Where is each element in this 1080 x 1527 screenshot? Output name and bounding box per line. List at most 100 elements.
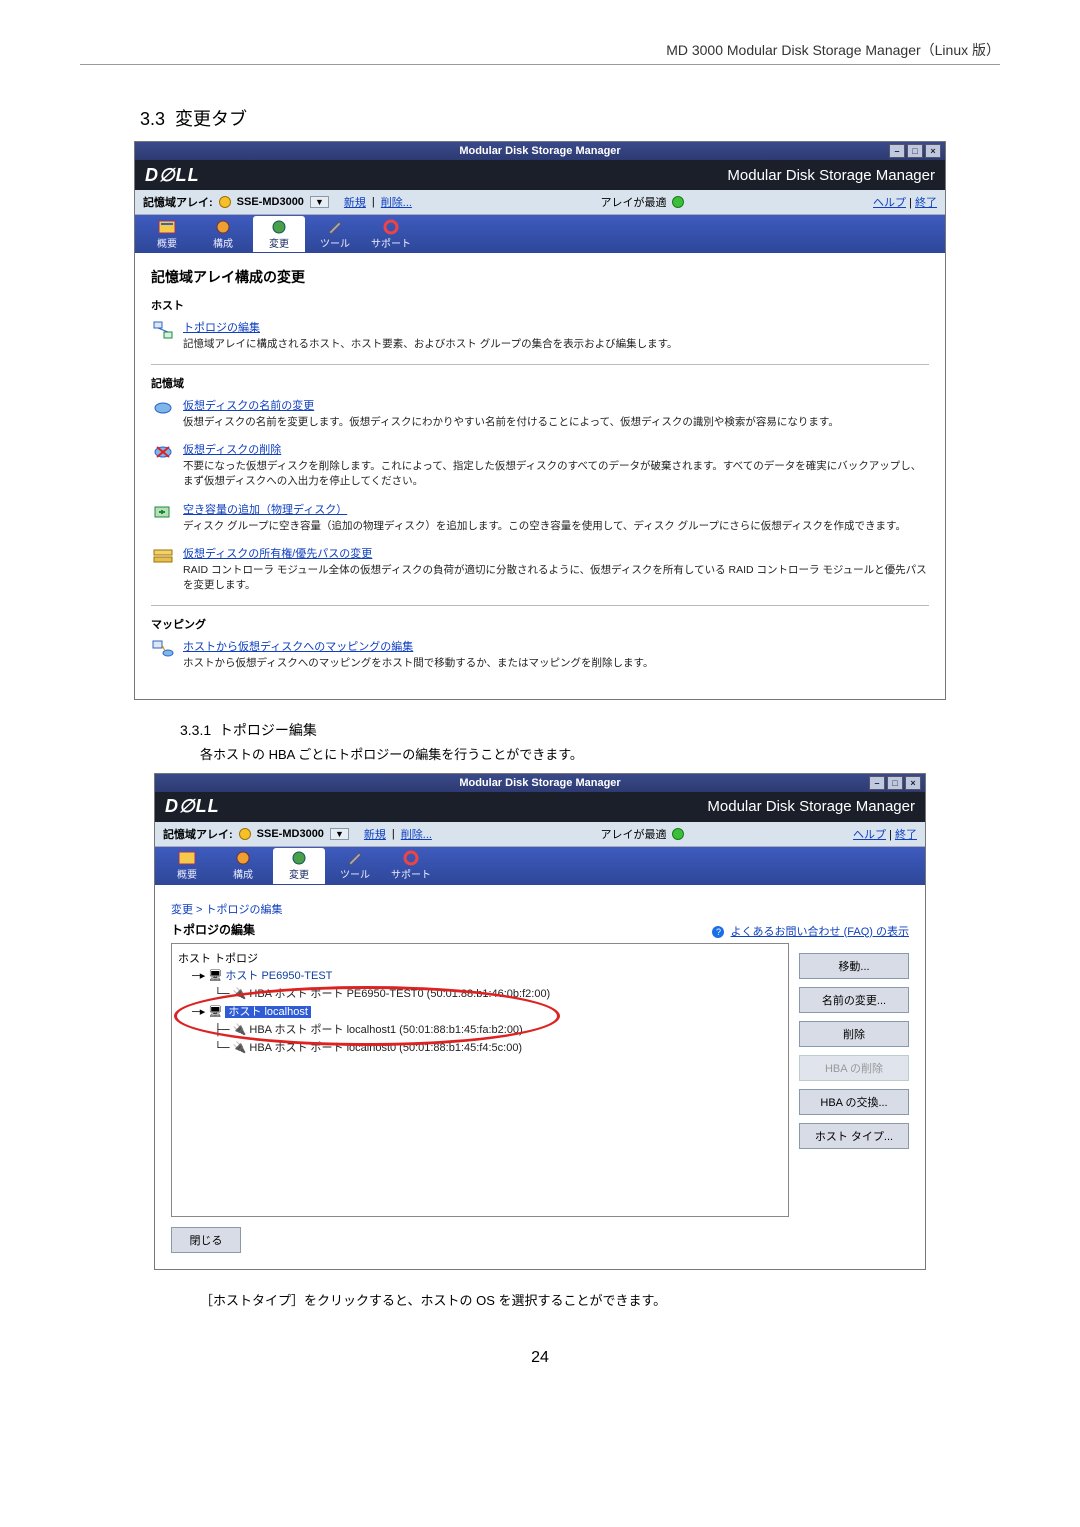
array-status-text: アレイが最適 bbox=[600, 194, 666, 210]
entry-vdisk-rename: 仮想ディスクの名前の変更 仮想ディスクの名前を変更します。仮想ディスクにわかりや… bbox=[151, 397, 929, 430]
dell-logo: D∅LL bbox=[145, 165, 200, 186]
array-name-select[interactable]: SSE-MD3000 bbox=[257, 828, 324, 840]
add-capacity-link[interactable]: 空き容量の追加（物理ディスク） bbox=[183, 504, 347, 516]
exit-link[interactable]: 終了 bbox=[895, 829, 917, 841]
tab-label: ツール bbox=[320, 235, 350, 250]
vdisk-delete-desc: 不要になった仮想ディスクを削除します。これによって、指定した仮想ディスクのすべて… bbox=[183, 459, 929, 488]
new-array-link[interactable]: 新規 bbox=[364, 826, 386, 842]
tab-config[interactable]: 構成 bbox=[217, 848, 269, 884]
maximize-icon[interactable]: □ bbox=[907, 144, 923, 158]
screenshot-topology-edit: Modular Disk Storage Manager – □ × D∅LL … bbox=[154, 773, 926, 1270]
subsection-number: 3.3.1 bbox=[180, 722, 211, 738]
tab-support[interactable]: サポート bbox=[365, 216, 417, 252]
faq-icon: ? bbox=[712, 926, 724, 938]
rename-button[interactable]: 名前の変更... bbox=[799, 987, 909, 1013]
add-capacity-desc: ディスク グループに空き容量（追加の物理ディスク）を追加します。この空き容量を使… bbox=[183, 519, 929, 534]
page-number: 24 bbox=[80, 1349, 1000, 1367]
topology-title: トポロジの編集 bbox=[171, 921, 255, 938]
tree-root[interactable]: ホスト トポロジ bbox=[178, 950, 782, 966]
tree-host-2[interactable]: ─▸ 🖥 ホスト localhost bbox=[192, 1002, 782, 1020]
mapping-icon bbox=[151, 638, 175, 671]
mapping-edit-desc: ホストから仮想ディスクへのマッピングをホスト間で移動するか、またはマッピングを削… bbox=[183, 656, 929, 671]
topology-tree[interactable]: ホスト トポロジ ─▸ 🖥 ホスト PE6950-TEST └─ 🔌 HBA ホ… bbox=[171, 943, 789, 1217]
vdisk-delete-link[interactable]: 仮想ディスクの削除 bbox=[183, 444, 281, 456]
brand-row: D∅LL Modular Disk Storage Manager bbox=[135, 160, 945, 190]
array-dropdown-icon[interactable]: ▼ bbox=[330, 828, 349, 840]
subsection-name: トポロジー編集 bbox=[219, 722, 317, 738]
support-icon bbox=[382, 219, 400, 235]
change-icon bbox=[290, 850, 308, 866]
hba-swap-button[interactable]: HBA の交換... bbox=[799, 1089, 909, 1115]
remove-array-link[interactable]: 削除... bbox=[381, 194, 412, 210]
help-link[interactable]: ヘルプ bbox=[853, 829, 886, 841]
close-icon[interactable]: × bbox=[925, 144, 941, 158]
hba-remove-button[interactable]: HBA の削除 bbox=[799, 1055, 909, 1081]
minimize-icon[interactable]: – bbox=[889, 144, 905, 158]
tab-label: 変更 bbox=[289, 866, 309, 881]
close-icon[interactable]: × bbox=[905, 776, 921, 790]
tab-label: サポート bbox=[371, 235, 411, 250]
vdisk-rename-link[interactable]: 仮想ディスクの名前の変更 bbox=[183, 400, 314, 412]
add-capacity-icon bbox=[151, 501, 175, 534]
window-controls: – □ × bbox=[889, 144, 941, 158]
move-button[interactable]: 移動... bbox=[799, 953, 909, 979]
tree-hba-2a[interactable]: ├─ 🔌 HBA ホスト ポート localhost1 (50:01:88:b1… bbox=[214, 1020, 782, 1038]
array-name-select[interactable]: SSE-MD3000 bbox=[237, 196, 304, 208]
topology-edit-link[interactable]: トポロジの編集 bbox=[183, 322, 260, 334]
section-number: 3.3 bbox=[140, 109, 165, 129]
tab-change[interactable]: 変更 bbox=[253, 216, 305, 252]
tree-hba-2b[interactable]: └─ 🔌 HBA ホスト ポート localhost0 (50:01:88:b1… bbox=[214, 1038, 782, 1056]
window-title: Modular Disk Storage Manager bbox=[459, 777, 620, 789]
close-button[interactable]: 閉じる bbox=[171, 1227, 241, 1253]
tab-tools[interactable]: ツール bbox=[329, 848, 381, 884]
tools-icon bbox=[326, 219, 344, 235]
topology-icon bbox=[151, 319, 175, 352]
group-mapping-label: マッピング bbox=[151, 616, 929, 632]
array-label: 記憶域アレイ: bbox=[143, 194, 213, 210]
tab-label: 変更 bbox=[269, 235, 289, 250]
exit-link[interactable]: 終了 bbox=[915, 197, 937, 209]
ownership-icon bbox=[151, 545, 175, 592]
vdisk-ownership-desc: RAID コントローラ モジュール全体の仮想ディスクの負荷が適切に分散されるよう… bbox=[183, 563, 929, 592]
window-controls: – □ × bbox=[869, 776, 921, 790]
tab-config[interactable]: 構成 bbox=[197, 216, 249, 252]
array-status-text: アレイが最適 bbox=[600, 826, 666, 842]
tab-change[interactable]: 変更 bbox=[273, 848, 325, 884]
mapping-edit-link[interactable]: ホストから仮想ディスクへのマッピングの編集 bbox=[183, 641, 413, 653]
change-icon bbox=[270, 219, 288, 235]
breadcrumb: 変更 > トポロジの編集 bbox=[171, 901, 909, 917]
entry-mapping-edit: ホストから仮想ディスクへのマッピングの編集 ホストから仮想ディスクへのマッピング… bbox=[151, 638, 929, 671]
new-array-link[interactable]: 新規 bbox=[344, 194, 366, 210]
remove-button[interactable]: 削除 bbox=[799, 1021, 909, 1047]
minimize-icon[interactable]: – bbox=[869, 776, 885, 790]
vdisk-ownership-link[interactable]: 仮想ディスクの所有権/優先パスの変更 bbox=[183, 548, 372, 560]
window-titlebar: Modular Disk Storage Manager – □ × bbox=[155, 774, 925, 792]
tree-host-1[interactable]: ─▸ 🖥 ホスト PE6950-TEST bbox=[192, 966, 782, 984]
array-toolbar: 記憶域アレイ: SSE-MD3000 ▼ 新規 | 削除... アレイが最適 ヘ… bbox=[155, 822, 925, 847]
subsection-title: 3.3.1 トポロジー編集 bbox=[180, 720, 1000, 740]
subsection-text: 各ホストの HBA ごとにトポロジーの編集を行うことができます。 bbox=[200, 744, 1000, 763]
help-link[interactable]: ヘルプ bbox=[873, 197, 906, 209]
remove-array-link[interactable]: 削除... bbox=[401, 826, 432, 842]
status-ok-icon bbox=[672, 196, 684, 208]
rename-icon bbox=[151, 397, 175, 430]
tab-overview[interactable]: 概要 bbox=[161, 848, 213, 884]
app-name: Modular Disk Storage Manager bbox=[727, 167, 935, 184]
maximize-icon[interactable]: □ bbox=[887, 776, 903, 790]
array-toolbar: 記憶域アレイ: SSE-MD3000 ▼ 新規 | 削除... アレイが最適 ヘ… bbox=[135, 190, 945, 215]
host-type-button[interactable]: ホスト タイプ... bbox=[799, 1123, 909, 1149]
topology-edit-desc: 記憶域アレイに構成されるホスト、ホスト要素、およびホスト グループの集合を表示お… bbox=[183, 337, 929, 352]
tree-hba-1[interactable]: └─ 🔌 HBA ホスト ポート PE6950-TEST0 (50:01:88:… bbox=[214, 984, 782, 1002]
delete-icon bbox=[151, 441, 175, 488]
tab-tools[interactable]: ツール bbox=[309, 216, 361, 252]
tab-overview[interactable]: 概要 bbox=[141, 216, 193, 252]
brand-row: D∅LL Modular Disk Storage Manager bbox=[155, 792, 925, 822]
faq-link[interactable]: よくあるお問い合わせ (FAQ) の表示 bbox=[731, 926, 909, 938]
tab-label: ツール bbox=[340, 866, 370, 881]
array-dropdown-icon[interactable]: ▼ bbox=[310, 196, 329, 208]
tab-label: 概要 bbox=[157, 235, 177, 250]
status-ok-icon bbox=[672, 828, 684, 840]
dell-logo: D∅LL bbox=[165, 796, 220, 817]
tab-support[interactable]: サポート bbox=[385, 848, 437, 884]
tools-icon bbox=[346, 850, 364, 866]
